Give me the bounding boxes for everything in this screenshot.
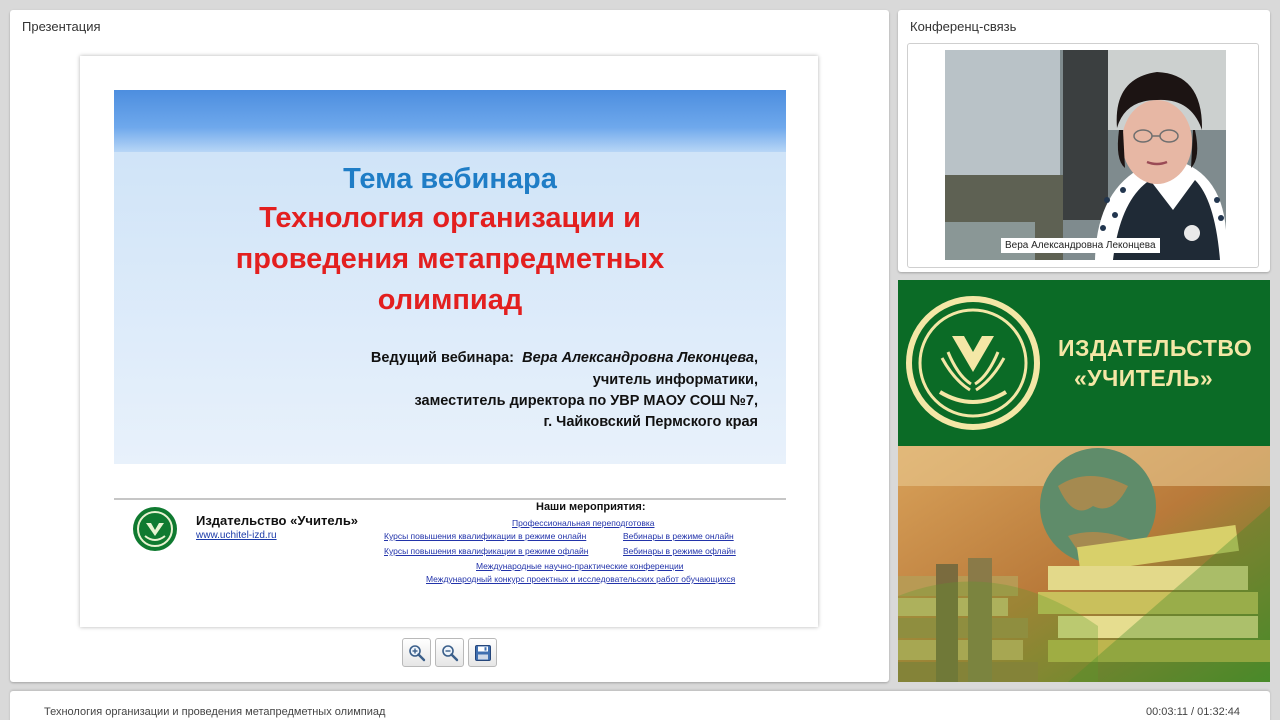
ad-publisher-line: «УЧИТЕЛЬ» <box>1074 365 1214 391</box>
books-and-globe-photo-icon <box>898 446 1270 682</box>
slide-top-band <box>114 90 786 152</box>
event-link[interactable]: Вебинары в режиме онлайн <box>623 531 734 541</box>
save-button[interactable] <box>468 638 497 667</box>
floppy-disk-icon <box>475 645 491 661</box>
lecture-title: Технология организации и проведения мета… <box>44 706 386 718</box>
conference-panel-title: Конференц-связь <box>910 19 1017 34</box>
footer-publisher-name: Издательство «Учитель» <box>196 513 359 528</box>
event-link[interactable]: Курсы повышения квалификации в режиме оф… <box>384 546 588 556</box>
zoom-out-button[interactable] <box>435 638 464 667</box>
slide-title-line: проведения метапредметных <box>235 243 665 275</box>
zoom-in-button[interactable] <box>402 638 431 667</box>
conference-panel: Конференц-связь Вера Александровна Лекон… <box>898 10 1270 272</box>
participant-name-label: Вера Александровна Леконцева <box>1001 238 1160 253</box>
footer-divider <box>114 498 786 500</box>
ad-banner-top: ИЗДАТЕЛЬСТВО «УЧИТЕЛЬ» <box>898 280 1270 446</box>
presentation-panel: Презентация Тема вебинара Технология орг… <box>10 10 889 682</box>
presentation-panel-title: Презентация <box>22 19 101 34</box>
event-link[interactable]: Международный конкурс проектных и исслед… <box>426 574 735 584</box>
slide-title-line: Технология организации и <box>259 202 641 234</box>
host-line: г. Чайковский Пермского края <box>543 414 758 430</box>
host-line: Ведущий вебинара: Вера Александровна Лек… <box>370 350 758 366</box>
zoom-out-icon <box>442 645 459 662</box>
webinar-topic-label: Тема вебинара <box>343 163 557 195</box>
webcam-image-icon <box>945 50 1226 260</box>
event-link[interactable]: Профессиональная переподготовка <box>512 518 654 528</box>
host-line: учитель информатики, <box>592 372 758 388</box>
presentation-slide: Тема вебинара Технология организации и п… <box>80 56 818 627</box>
slide-title-area: Тема вебинара Технология организации и п… <box>114 90 786 464</box>
playback-time: 00:03:11 / 01:32:44 <box>1146 706 1240 718</box>
webcam-video[interactable]: Вера Александровна Леконцева <box>945 50 1226 260</box>
ad-publisher-line: ИЗДАТЕЛЬСТВО <box>1058 335 1253 361</box>
video-frame: Вера Александровна Леконцева <box>907 43 1259 268</box>
slide-footer: Издательство «Учитель» www.uchitel-izd.r… <box>114 486 786 594</box>
publisher-logo-icon <box>133 507 177 551</box>
event-link[interactable]: Международные научно-практические конфер… <box>476 561 683 571</box>
event-link[interactable]: Курсы повышения квалификации в режиме он… <box>384 531 586 541</box>
footer-url-link[interactable]: www.uchitel-izd.ru <box>196 530 277 541</box>
host-line: заместитель директора по УВР МАОУ СОШ №7… <box>414 393 759 409</box>
host-name: Вера Александровна Леконцева <box>522 350 754 366</box>
host-label: Ведущий вебинара: <box>370 350 515 366</box>
events-heading: Наши мероприятия: <box>536 501 646 513</box>
publisher-emblem-icon <box>906 296 1040 430</box>
slide-title-line: олимпиад <box>377 284 523 316</box>
publisher-ad-banner[interactable]: ИЗДАТЕЛЬСТВО «УЧИТЕЛЬ» <box>898 280 1270 682</box>
event-link[interactable]: Вебинары в режиме офлайн <box>623 546 736 556</box>
zoom-in-icon <box>409 645 426 662</box>
status-bar: Технология организации и проведения мета… <box>10 691 1270 720</box>
